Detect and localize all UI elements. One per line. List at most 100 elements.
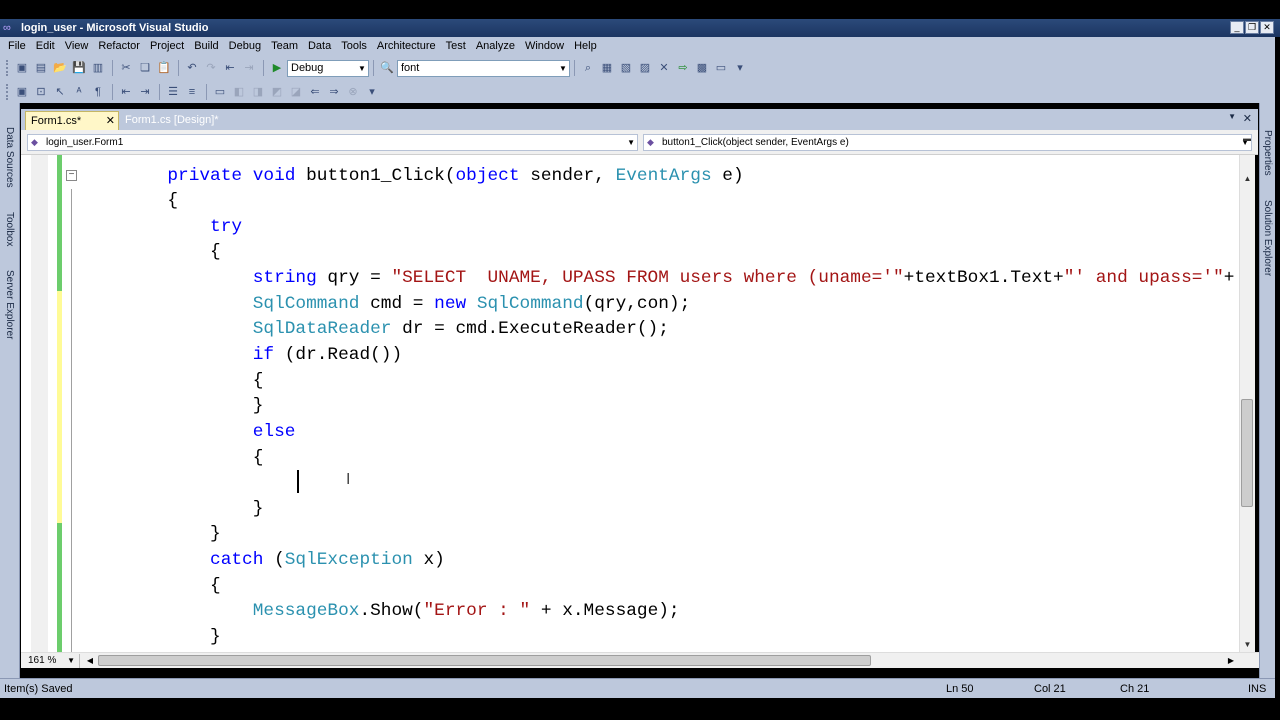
find-combo[interactable]: font ▼: [397, 59, 570, 77]
menu-team[interactable]: Team: [266, 40, 303, 52]
comment-lines-icon[interactable]: ☰: [164, 84, 182, 100]
code-token: SqlException: [284, 550, 413, 570]
code-token: MessageBox: [252, 601, 360, 621]
display-word-completion-icon[interactable]: ᴬ: [70, 84, 88, 100]
next-bookmark-in-folder-icon[interactable]: ◪: [287, 84, 305, 100]
menu-data[interactable]: Data: [303, 40, 336, 52]
menu-edit[interactable]: Edit: [31, 40, 60, 52]
close-icon[interactable]: ✕: [1243, 112, 1252, 125]
vertical-scrollbar[interactable]: ▲ ▼: [1239, 155, 1255, 652]
code-token: cmd =: [359, 294, 435, 314]
menu-debug[interactable]: Debug: [224, 40, 266, 52]
paste-icon[interactable]: 📋: [155, 60, 173, 76]
properties-icon[interactable]: ▧: [617, 60, 635, 76]
document-tab-strip: Form1.cs* ✕ Form1.cs [Design]* ▼ ✕: [21, 109, 1258, 130]
toolbar-separator: [263, 60, 264, 76]
type-dropdown[interactable]: ◆ login_user.Form1 ▼: [27, 134, 638, 151]
save-all-icon[interactable]: ▥: [89, 60, 107, 76]
start-debugging-icon[interactable]: ▶: [268, 60, 286, 76]
close-button[interactable]: ✕: [1260, 21, 1274, 34]
find-in-files-icon[interactable]: 🔍: [378, 60, 396, 76]
right-dock-strip: Properties Solution Explorer: [1259, 103, 1275, 680]
clear-bookmarks-icon[interactable]: ⊗: [344, 84, 362, 100]
solution-configuration-select[interactable]: Debug ▼: [287, 59, 369, 77]
standard-toolbar: ▣ ▤ 📂 💾 ▥ ✂ ❏ 📋 ↶ ↷ ⇤ ⇥ ▶ Debug ▼ 🔍 font…: [0, 56, 1275, 80]
solution-explorer-icon[interactable]: ▦: [598, 60, 616, 76]
screen-top-border: [0, 0, 1280, 19]
menu-window[interactable]: Window: [520, 40, 569, 52]
toolbar-grip[interactable]: [6, 60, 9, 76]
menu-bar: File Edit View Refactor Project Build De…: [0, 37, 1275, 55]
toolbar-separator: [159, 84, 160, 100]
previous-bookmark-in-folder-icon[interactable]: ◩: [268, 84, 286, 100]
close-icon[interactable]: ✕: [106, 112, 115, 130]
menu-help[interactable]: Help: [569, 40, 602, 52]
decrease-indent-icon[interactable]: ⇤: [117, 84, 135, 100]
toolbar-separator: [373, 60, 374, 76]
previous-bookmark-in-document-icon[interactable]: ⇐: [306, 84, 324, 100]
next-bookmark-icon[interactable]: ◨: [249, 84, 267, 100]
display-parameter-info-icon[interactable]: ⊡: [32, 84, 50, 100]
code-token: + x.Message);: [530, 601, 680, 621]
toggle-bookmark-icon[interactable]: ▭: [211, 84, 229, 100]
collapse-region-icon[interactable]: −: [66, 170, 77, 181]
open-file-icon[interactable]: 📂: [51, 60, 69, 76]
undo-icon[interactable]: ↶: [183, 60, 201, 76]
redo-icon[interactable]: ↷: [202, 60, 220, 76]
solution-configuration-value: Debug: [291, 62, 324, 74]
menu-project[interactable]: Project: [145, 40, 189, 52]
vertical-scroll-thumb[interactable]: [1241, 399, 1253, 507]
menu-build[interactable]: Build: [189, 40, 223, 52]
find-icon[interactable]: ⌕: [579, 60, 597, 76]
scroll-left-icon[interactable]: ◀: [83, 653, 97, 668]
scroll-up-icon[interactable]: ▲: [1240, 171, 1255, 186]
scroll-down-icon[interactable]: ▼: [1240, 637, 1255, 652]
splitter-handle[interactable]: ▬: [1239, 134, 1255, 144]
code-token: }: [210, 627, 221, 647]
horizontal-scroll-thumb[interactable]: [98, 655, 871, 666]
tab-form1-cs[interactable]: Form1.cs* ✕: [25, 111, 119, 130]
cut-icon[interactable]: ✂: [117, 60, 135, 76]
menu-file[interactable]: File: [3, 40, 31, 52]
menu-view[interactable]: View: [60, 40, 94, 52]
increase-indent-icon[interactable]: ⇥: [136, 84, 154, 100]
toolbox-icon[interactable]: ✕: [655, 60, 673, 76]
copy-icon[interactable]: ❏: [136, 60, 154, 76]
previous-bookmark-icon[interactable]: ◧: [230, 84, 248, 100]
menu-tools[interactable]: Tools: [336, 40, 372, 52]
uncomment-lines-icon[interactable]: ≡: [183, 84, 201, 100]
menu-refactor[interactable]: Refactor: [93, 40, 145, 52]
display-quick-info-icon[interactable]: ↖: [51, 84, 69, 100]
navigate-forward-icon[interactable]: ⇥: [240, 60, 258, 76]
extension-manager-icon[interactable]: ▩: [693, 60, 711, 76]
display-object-member-list-icon[interactable]: ▣: [13, 84, 31, 100]
toolbar-grip[interactable]: [6, 84, 9, 100]
command-window-icon[interactable]: ▭: [712, 60, 730, 76]
editor-bottom-bar: 161 % ▼ ◀ ▶: [21, 652, 1259, 668]
solution-explorer-tab[interactable]: Solution Explorer: [1262, 200, 1273, 276]
save-icon[interactable]: 💾: [70, 60, 88, 76]
server-explorer-tab[interactable]: Server Explorer: [4, 270, 15, 339]
menu-architecture[interactable]: Architecture: [372, 40, 441, 52]
restore-button[interactable]: ❐: [1245, 21, 1259, 34]
new-project-icon[interactable]: ▣: [13, 60, 31, 76]
toolbar-options-icon[interactable]: ▾: [731, 60, 749, 76]
add-item-icon[interactable]: ▤: [32, 60, 50, 76]
minimize-button[interactable]: _: [1230, 21, 1244, 34]
menu-analyze[interactable]: Analyze: [471, 40, 520, 52]
signature-icon[interactable]: ¶: [89, 84, 107, 100]
next-bookmark-in-document-icon[interactable]: ⇒: [325, 84, 343, 100]
tab-form1-design[interactable]: Form1.cs [Design]*: [120, 111, 224, 130]
data-sources-tab[interactable]: Data Sources: [4, 127, 15, 188]
start-page-icon[interactable]: ⇨: [674, 60, 692, 76]
menu-test[interactable]: Test: [441, 40, 471, 52]
navigate-backward-icon[interactable]: ⇤: [221, 60, 239, 76]
zoom-select[interactable]: 161 % ▼: [24, 654, 80, 668]
chevron-down-icon[interactable]: ▼: [1228, 112, 1236, 121]
toolbox-tab[interactable]: Toolbox: [4, 212, 15, 246]
toolbar-options-icon[interactable]: ▾: [363, 84, 381, 100]
properties-tab[interactable]: Properties: [1262, 130, 1273, 176]
object-browser-icon[interactable]: ▨: [636, 60, 654, 76]
member-dropdown[interactable]: ◆ button1_Click(object sender, EventArgs…: [643, 134, 1252, 151]
scroll-right-icon[interactable]: ▶: [1224, 653, 1238, 668]
